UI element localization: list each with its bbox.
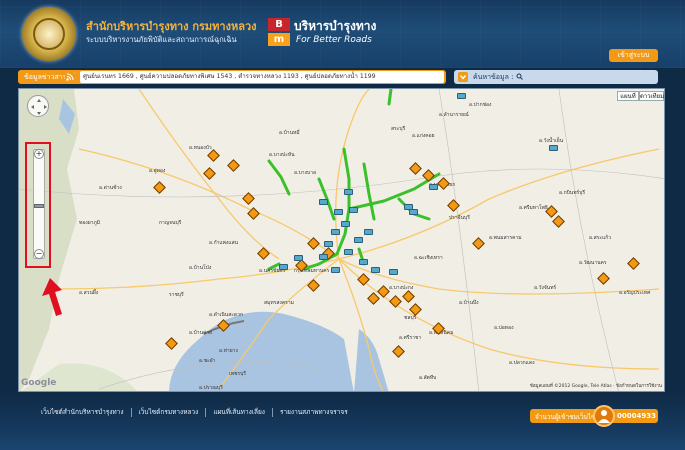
toolbar: ข้อมูลข่าวสาร : ศูนย์นเรนทร 1669 , ศูนย์…	[18, 70, 658, 86]
camera-icon[interactable]	[344, 189, 353, 195]
place-label: อ.ศรีมหาโพธิ	[519, 205, 548, 211]
place-label: อ.บ้านโป่ง	[189, 265, 212, 271]
place-label: อ.บ้านบึง	[459, 300, 479, 306]
map-view[interactable]: แผนที่ ดาวเทียม + − Google ข้อมูลแผนที่ …	[18, 88, 665, 392]
place-label: ราชบุรี	[169, 292, 184, 298]
place-label: อ.ปราณบุรี	[199, 385, 223, 391]
place-label: สระบุรี	[391, 126, 406, 132]
camera-icon[interactable]	[389, 269, 398, 275]
search-label[interactable]: ค้นหาข้อมูล :	[473, 72, 523, 83]
visitor-count: 00004933	[617, 412, 656, 420]
camera-icon[interactable]	[279, 264, 288, 270]
footer-link-traffic-report[interactable]: รายงานสภาพทางจราจร	[273, 408, 355, 417]
camera-icon[interactable]	[331, 229, 340, 235]
footer-link-detour-map[interactable]: แผนที่เส้นทางเลี่ยง	[206, 408, 273, 417]
camera-icon[interactable]	[334, 209, 343, 215]
footer-links: เว็บไซต์สำนักบริหารบำรุงทาง เว็บไซต์กรมทา…	[34, 407, 355, 419]
place-label: เพชรบุรี	[229, 371, 246, 377]
camera-icon[interactable]	[319, 199, 328, 205]
visitor-counter: จำนวนผู้เข้าชมเว็บไซต์ 00004933	[530, 405, 658, 427]
compass-icon[interactable]	[28, 96, 50, 118]
place-label: อ.สระแก้ว	[589, 235, 612, 241]
user-icon	[593, 405, 615, 427]
login-button[interactable]: เข้าสู่ระบบ	[609, 49, 658, 62]
place-label: สมุทรสงคราม	[264, 300, 294, 306]
zoom-highlight-box	[25, 142, 51, 268]
place-label: อ.วังจันทร์	[534, 285, 557, 291]
brand-mark-bottom: m	[268, 33, 290, 46]
place-label: อ.บางปะหัน	[269, 152, 295, 158]
camera-icon[interactable]	[341, 221, 350, 227]
search-bar[interactable]: ค้นหาข้อมูล :	[454, 70, 658, 84]
place-label: ปราจีนบุรี	[449, 215, 470, 221]
map-type-button-satellite[interactable]: ดาวเทียม	[639, 91, 664, 101]
brand-mark-top: B	[268, 18, 290, 31]
map-type-button-map[interactable]: แผนที่	[617, 91, 639, 101]
page-title: สำนักบริหารบำรุงทาง กรมทางหลวง	[86, 20, 257, 33]
announcement-bar: ข้อมูลข่าวสาร : ศูนย์นเรนทร 1669 , ศูนย์…	[18, 70, 446, 84]
brand-logo: B m	[268, 18, 290, 46]
place-label: อ.ปลวกแดง	[509, 360, 535, 366]
place-label: อ.หนองบัว	[189, 145, 212, 151]
brand-name-th: บริหารบำรุงทาง	[294, 19, 377, 33]
camera-icon[interactable]	[364, 229, 373, 235]
camera-icon[interactable]	[549, 145, 558, 151]
map-attribution[interactable]: ข้อมูลแผนที่ ©2012 Google, Tele Atlas · …	[530, 382, 662, 389]
place-label: อ.กำแพงแสน	[209, 240, 239, 246]
place-label: อ.กบินทร์บุรี	[559, 190, 586, 196]
camera-icon[interactable]	[354, 237, 363, 243]
pan-control[interactable]	[27, 95, 49, 117]
footer: เว็บไซต์สำนักบริหารบำรุงทาง เว็บไซต์กรมทา…	[0, 392, 685, 450]
place-label: ทองผาภูมิ	[79, 220, 101, 226]
place-label: อ.อู่ทอง	[149, 168, 166, 174]
footer-link-maintenance[interactable]: เว็บไซต์สำนักบริหารบำรุงทาง	[34, 408, 132, 417]
place-label: อ.สัตหีบ	[419, 375, 437, 381]
place-label: อ.ฉะเชิงเทรา	[414, 255, 443, 261]
news-ticker[interactable]: ศูนย์นเรนทร 1669 , ศูนย์ความปลอดภัยทางพิ…	[80, 71, 444, 83]
place-label: อ.บ้านค่าย	[189, 330, 213, 336]
place-label: อ.บ่อทอง	[494, 325, 514, 331]
place-label: อ.วังน้ำเย็น	[539, 138, 564, 144]
place-label: อ.ดำเนินสะดวก	[209, 312, 244, 318]
camera-icon[interactable]	[457, 93, 466, 99]
place-label: อ.ชะอำ	[199, 358, 216, 364]
place-label: อ.บางบาล	[294, 170, 317, 176]
camera-icon[interactable]	[331, 267, 340, 273]
place-label: อ.ท่ายาง	[219, 348, 238, 354]
chevron-down-icon[interactable]	[458, 72, 468, 82]
place-label: อ.วัฒนานคร	[579, 260, 607, 266]
camera-icon[interactable]	[359, 259, 368, 265]
camera-icon[interactable]	[409, 209, 418, 215]
place-label: อ.บ้านหมี่	[279, 130, 300, 136]
camera-icon[interactable]	[319, 254, 328, 260]
camera-icon[interactable]	[349, 207, 358, 213]
map-canvas[interactable]	[19, 89, 665, 392]
place-label: อ.ลำนารายณ์	[439, 112, 469, 118]
header: สำนักบริหารบำรุงทาง กรมทางหลวง ระบบบริหา…	[0, 0, 685, 68]
camera-icon[interactable]	[294, 255, 303, 261]
department-seal-logo	[22, 7, 76, 61]
page-subtitle: ระบบบริหารงานภัยพิบัติและสถานการณ์ฉุกเฉิ…	[86, 35, 237, 44]
place-label: อ.พนมสารคาม	[489, 235, 522, 241]
place-label: อ.ด่านช้าง	[99, 185, 122, 191]
place-label: อ.สวนผึ้ง	[79, 290, 99, 296]
search-label-text: ค้นหาข้อมูล :	[473, 73, 514, 81]
camera-icon[interactable]	[429, 184, 438, 190]
camera-icon[interactable]	[324, 241, 333, 247]
place-label: อ.อรัญประเทศ	[619, 290, 651, 296]
place-label: อ.ปากช่อง	[469, 102, 492, 108]
place-label: อ.ศรีราชา	[399, 335, 422, 341]
camera-icon[interactable]	[371, 267, 380, 273]
red-arrow-icon	[42, 278, 62, 316]
footer-link-doh[interactable]: เว็บไซต์กรมทางหลวง	[132, 408, 207, 417]
visitor-label: จำนวนผู้เข้าชมเว็บไซต์	[535, 413, 600, 421]
search-icon[interactable]	[516, 73, 523, 81]
rss-icon[interactable]	[65, 72, 75, 82]
place-label: กาญจนบุรี	[159, 220, 182, 226]
place-label: อ.แก่งคอย	[412, 133, 435, 139]
brand-slogan: For Better Roads	[296, 35, 372, 45]
google-logo[interactable]: Google	[21, 378, 56, 388]
camera-icon[interactable]	[344, 249, 353, 255]
